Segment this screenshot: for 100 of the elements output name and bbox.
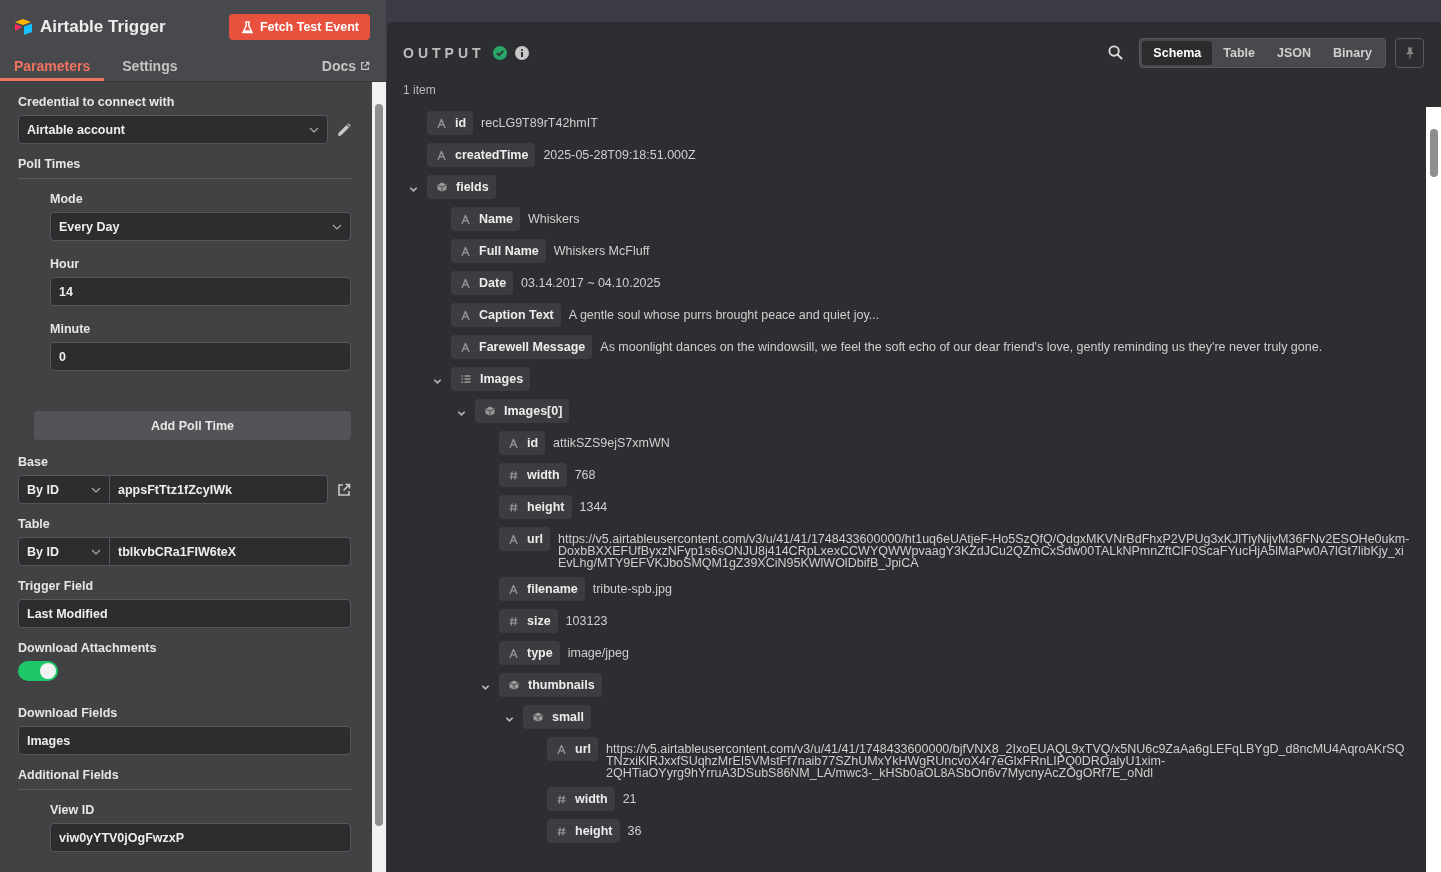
field-key: size [499,609,558,633]
field-value: recLG9T89rT42hmIT [481,115,599,129]
field-key: Name [451,207,521,231]
input-field[interactable]: viw0yYTV0jOgFwzxP [50,823,351,852]
text-type-icon [461,310,470,320]
field-value: 768 [574,467,597,481]
input-field[interactable]: tblkvbCRa1FIW6teX [110,537,351,566]
mode-select[interactable]: By ID [18,537,110,566]
airtable-logo-icon [14,18,34,36]
pin-icon [1404,46,1415,59]
field-value: https://v5.airtableusercontent.com/v3/u/41/41/1748433600000/bjfVNX8_2IxoEUAQL9xTVQ/x5NU6c9ZaAa6gLEFqLBYgD_d8ncMU4AqroAKrSQTNzxiKlRJxxfSUqhzMrEI5VMstFf7naib77SZhUMxYkHWgRUncvoX4r7eGlxFRnLIPQ0DROalyU1xim-2QHTiaOYyrg9hYrruA3DSubS86NM_LA/mwc3-_kHSb0aOL8ASbOn6v7MycnyAcZOgORf7E_oNdl [606,741,1406,779]
credential-select[interactable]: Airtable account [18,115,328,144]
view-tab[interactable]: Schema [1142,40,1213,65]
flask-icon [241,20,253,34]
chevron-icon[interactable] [409,185,418,194]
scrollbar[interactable] [372,82,386,872]
view-tab[interactable]: JSON [1266,40,1323,65]
field-value: As moonlight dances on the windowsill, we feel the soft echo of our dear friend's love, gently reminding us they're never truly gone. [600,339,1324,353]
text-type-icon [461,214,470,224]
field-key: url [499,527,550,551]
cube-icon [485,406,495,416]
field-value: https://v5.airtableusercontent.com/v3/u/41/41/1748433600000/ht1uq6eUAtjeF-Ho5SzQfQ/QdgxMKVNrBdFhxP2VPUg3xKJlTiyNijvM36FNv2ESOHe0ukm-DoxbBXXEFUfByxzNFyp1s6sONJU8j414CRpLxexCCWYQWWpvaagY3KZdJCu2QZmCxSdw00TALkNPmnZftClF0ScaFYucHjA5lMaPw0A7lGt7libKjy_xiEvLhg/MTY9EFVKJboSMQM1gZ39XCiN95KWlWOlDbifB_JpiCA [558,531,1410,569]
field-value: Whiskers McFluff [553,243,651,257]
scrollbar[interactable] [1426,107,1441,872]
input-field[interactable]: 14 [50,277,351,306]
cube-icon [437,182,447,192]
field-label: Credential to connect with [18,94,176,110]
node-title: Airtable Trigger [40,17,167,37]
item-count: 1 item [402,82,437,98]
view-tab[interactable]: Table [1212,40,1267,65]
fetch-test-event-button[interactable]: Fetch Test Event [228,14,370,40]
chevron-down-icon [332,223,342,230]
hash-icon [509,470,518,480]
info-icon[interactable] [514,45,529,60]
field-label: Table [18,516,51,532]
field-value: 103123 [565,613,609,627]
field-key: Date [451,271,514,295]
list-icon [461,374,471,384]
field-label: Trigger Field [18,578,94,594]
add-poll-time-button[interactable]: Add Poll Time [34,411,351,440]
toggle-switch[interactable] [18,661,58,681]
view-tab[interactable]: Binary [1322,40,1383,65]
external-link-icon[interactable] [337,482,351,497]
field-key: id [499,431,546,455]
field-key: Farewell Message [451,335,593,359]
field-value: A gentle soul whose purrs brought peace and quiet joy... [568,307,881,321]
chevron-icon[interactable] [481,683,490,692]
field-key: createdTime [427,143,536,167]
text-type-icon [461,246,470,256]
input-field[interactable]: Last Modified [18,599,351,628]
text-type-icon [461,278,470,288]
select-field[interactable]: Every Day [50,212,351,241]
search-icon[interactable] [1108,45,1124,60]
cube-icon [509,680,519,690]
text-type-icon [509,534,518,544]
chevron-down-icon [309,126,319,133]
field-value: 1344 [579,499,609,513]
field-key: id [427,111,474,135]
pin-button[interactable] [1395,37,1424,68]
external-link-icon [360,61,370,71]
field-value: image/jpeg [567,645,630,659]
section-heading: Additional Fields [18,767,351,790]
field-label: Mode [50,191,84,207]
chevron-down-icon [91,548,101,555]
mode-select[interactable]: By ID [18,475,110,504]
field-key: Full Name [451,239,546,263]
field-label: Base [18,454,49,470]
field-key: height [499,495,572,519]
text-type-icon [509,648,518,658]
field-label: Minute [50,321,92,337]
chevron-down-icon [91,486,101,493]
field-key: width [499,463,567,487]
field-value: 21 [622,791,638,805]
input-field[interactable]: Images [18,726,351,755]
field-value: 2025-05-28T09:18:51.000Z [543,147,697,161]
hash-icon [509,502,518,512]
chevron-icon[interactable] [457,409,466,418]
input-field[interactable]: 0 [50,342,351,371]
field-key: thumbnails [499,673,602,697]
chevron-icon[interactable] [433,377,442,386]
docs-link[interactable]: Docs [321,54,370,81]
text-type-icon [437,150,446,160]
field-value: 36 [627,823,643,837]
chevron-icon[interactable] [505,715,514,724]
field-key: url [547,737,598,761]
field-value: attikSZS9ejS7xmWN [553,435,671,449]
field-value: 03.14.2017 ~ 04.10.2025 [521,275,662,289]
field-key: height [547,819,620,843]
field-value: tribute-spb.jpg [592,581,673,595]
text-type-icon [509,584,518,594]
input-field[interactable]: appsFtTtz1fZcyIWk [110,475,328,504]
field-key: type [499,641,560,665]
field-key: small [523,705,591,729]
field-label: Download Fields [18,705,119,721]
tab[interactable]: Settings [108,54,192,81]
text-type-icon [461,342,470,352]
pencil-icon[interactable] [337,122,351,137]
text-type-icon [437,118,446,128]
hash-icon [509,616,518,626]
field-key: filename [499,577,585,601]
